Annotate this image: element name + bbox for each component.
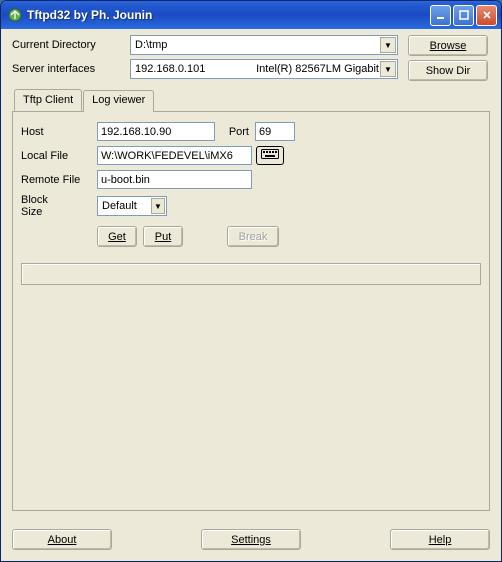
remote-file-input[interactable] (97, 170, 252, 189)
browse-local-file-button[interactable] (256, 146, 284, 165)
local-file-input[interactable] (97, 146, 252, 165)
current-directory-label: Current Directory (12, 39, 130, 51)
tab-page-tftp-client: Host Port Local File (12, 111, 490, 511)
server-ip-value: 192.168.0.101 (135, 63, 205, 75)
tabstrip: Tftp Client Log viewer Host Port Local F… (12, 89, 490, 511)
server-adapter-value: Intel(R) 82567LM Gigabit (256, 63, 379, 75)
block-size-value: Default (102, 200, 137, 212)
help-button[interactable]: Help (390, 529, 490, 550)
server-interfaces-dropdown[interactable]: 192.168.0.101 Intel(R) 82567LM Gigabit ▼ (130, 59, 398, 79)
progress-bar (21, 263, 481, 285)
about-button[interactable]: About (12, 529, 112, 550)
close-button[interactable] (476, 5, 497, 26)
port-label: Port (215, 126, 255, 138)
local-file-label: Local File (21, 150, 97, 162)
bottom-bar: About Settings Help (12, 529, 490, 550)
host-input[interactable] (97, 122, 215, 141)
titlebar[interactable]: Tftpd32 by Ph. Jounin (1, 1, 501, 29)
port-input[interactable] (255, 122, 295, 141)
maximize-button[interactable] (453, 5, 474, 26)
get-button[interactable]: Get (97, 226, 137, 247)
browse-button[interactable]: Browse (408, 35, 488, 56)
minimize-button[interactable] (430, 5, 451, 26)
block-size-dropdown[interactable]: Default ▼ (97, 196, 167, 216)
app-window: Tftpd32 by Ph. Jounin Browse Show Dir Cu… (0, 0, 502, 562)
client-area: Browse Show Dir Current Directory D:\tmp… (4, 29, 498, 558)
window-title: Tftpd32 by Ph. Jounin (27, 8, 430, 22)
keyboard-icon (261, 149, 279, 162)
tab-log-viewer[interactable]: Log viewer (83, 90, 154, 112)
chevron-down-icon: ▼ (380, 37, 396, 53)
side-buttons: Browse Show Dir (408, 35, 488, 81)
host-label: Host (21, 126, 97, 138)
current-directory-value: D:\tmp (135, 39, 167, 51)
show-dir-button[interactable]: Show Dir (408, 60, 488, 81)
window-buttons (430, 5, 497, 26)
server-interfaces-label: Server interfaces (12, 63, 130, 75)
tab-tftp-client[interactable]: Tftp Client (14, 89, 82, 111)
break-button[interactable]: Break (227, 226, 279, 247)
app-icon (7, 7, 23, 23)
chevron-down-icon: ▼ (380, 61, 396, 77)
put-button[interactable]: Put (143, 226, 183, 247)
settings-button[interactable]: Settings (201, 529, 301, 550)
remote-file-label: Remote File (21, 174, 97, 186)
block-size-label: Block Size (21, 194, 97, 218)
action-buttons: Get Put Break (97, 226, 481, 247)
chevron-down-icon: ▼ (151, 198, 165, 214)
current-directory-dropdown[interactable]: D:\tmp ▼ (130, 35, 398, 55)
